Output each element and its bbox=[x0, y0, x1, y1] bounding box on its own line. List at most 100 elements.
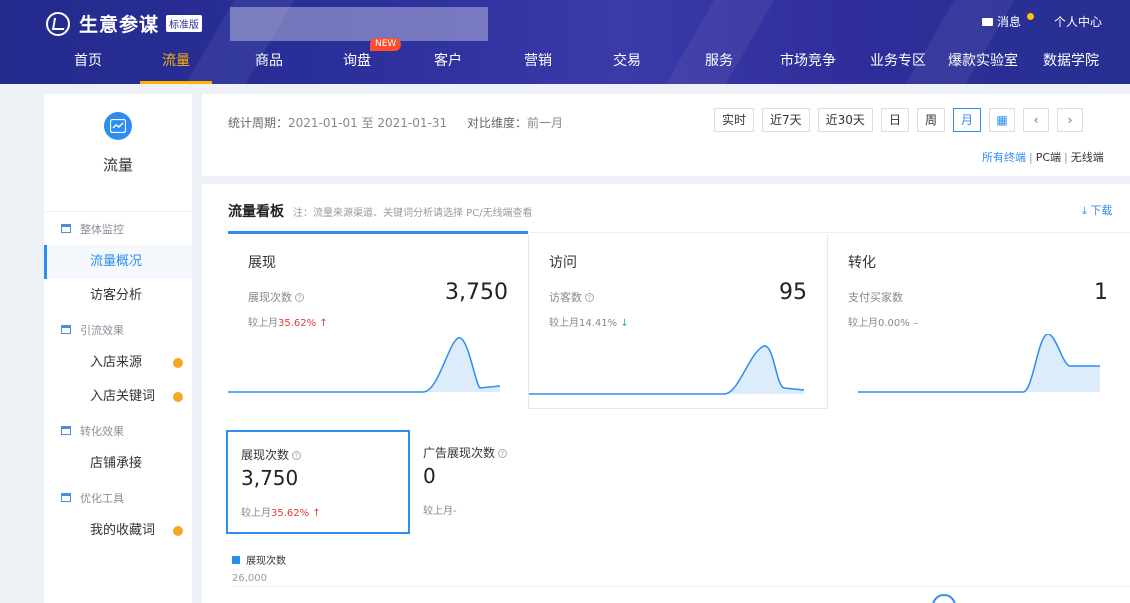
status-dot bbox=[173, 392, 183, 402]
sidebar-item-traffic-overview[interactable]: 流量概况 bbox=[44, 245, 192, 279]
kpi-value: 95 bbox=[779, 280, 807, 305]
chevron-left-icon[interactable]: ‹ bbox=[1022, 108, 1049, 132]
compare-label: 对比维度： bbox=[466, 116, 527, 130]
status-dot bbox=[173, 526, 183, 536]
chevron-right-icon[interactable]: › bbox=[1056, 108, 1083, 132]
chart-icon bbox=[61, 325, 71, 334]
kpi-compare: 较上月0.00% – bbox=[848, 318, 918, 329]
nav-business-zone[interactable]: 业务专区 bbox=[870, 50, 926, 84]
app-logo[interactable]: 生意参谋 标准版 bbox=[46, 10, 203, 37]
compass-icon bbox=[46, 11, 70, 36]
sidebar-item-label: 店铺承接 bbox=[90, 456, 143, 471]
metric-label: 广告展现次数? bbox=[423, 444, 508, 461]
chart-icon bbox=[61, 493, 71, 502]
sidebar-item-label: 我的收藏词 bbox=[90, 523, 156, 538]
board-header: 流量看板 注：流量来源渠道、关键词分析请选择 PC/无线端查看 bbox=[228, 201, 533, 221]
nav-market-competition[interactable]: 市场竞争 bbox=[780, 50, 836, 84]
sparkline-chart bbox=[858, 334, 1100, 393]
sidebar-item-favorite-words[interactable]: 我的收藏词 bbox=[44, 514, 192, 548]
arrow-up-icon: ↑ bbox=[319, 318, 328, 329]
sidebar-item-store-landing[interactable]: 店铺承接 bbox=[44, 447, 192, 481]
download-button[interactable]: ⤓ 下载 bbox=[1082, 202, 1112, 218]
metric-card-impressions[interactable]: 展现次数? 3,750 较上月35.62% ↑ bbox=[226, 430, 410, 534]
nav-hot-lab[interactable]: 爆款实验室 bbox=[948, 50, 1018, 84]
nav-products[interactable]: 商品 bbox=[255, 50, 283, 84]
sidebar-group-traffic-effect: 引流效果 bbox=[44, 313, 192, 346]
nav-traffic[interactable]: 流量 bbox=[140, 50, 212, 84]
kpi-value: 3,750 bbox=[445, 280, 508, 305]
range-7days-button[interactable]: 近7天 bbox=[762, 108, 810, 132]
sidebar-group-optimization: 优化工具 bbox=[44, 481, 192, 514]
message-icon bbox=[981, 17, 993, 26]
nav-inquiry[interactable]: 询盘 bbox=[343, 50, 371, 84]
nav-service[interactable]: 服务 bbox=[705, 50, 733, 84]
download-label: 下载 bbox=[1090, 204, 1113, 217]
sidebar-group-conversion: 转化效果 bbox=[44, 414, 192, 447]
help-icon: ? bbox=[295, 293, 304, 302]
range-realtime-button[interactable]: 实时 bbox=[714, 108, 755, 132]
kpi-compare: 较上月35.62% ↑ bbox=[248, 318, 328, 329]
sidebar-item-entry-source[interactable]: 入店来源 bbox=[44, 346, 192, 380]
period-info: 统计周期：2021-01-01 至 2021-01-31 对比维度：前一月 bbox=[228, 114, 563, 131]
board-title: 流量看板 bbox=[228, 204, 284, 220]
chart-icon bbox=[61, 426, 71, 435]
sidebar-item-visitor-analysis[interactable]: 访客分析 bbox=[44, 279, 192, 313]
board-note: 注：流量来源渠道、关键词分析请选择 PC/无线端查看 bbox=[293, 208, 533, 219]
nav-home[interactable]: 首页 bbox=[74, 50, 102, 84]
sparkline-chart bbox=[529, 345, 805, 395]
metric-label: 展现次数? bbox=[241, 446, 302, 463]
metric-compare: 较上月35.62% ↑ bbox=[241, 508, 321, 519]
metric-card-ad-impressions[interactable]: 广告展现次数? 0 较上月- bbox=[410, 430, 594, 534]
terminal-pc[interactable]: PC端 bbox=[1036, 151, 1061, 164]
nav-data-academy[interactable]: 数据学院 bbox=[1043, 50, 1099, 84]
shop-name-field[interactable] bbox=[230, 7, 488, 41]
kpi-card-impressions[interactable]: 展现 展现次数? 3,750 较上月35.62% ↑ bbox=[228, 234, 528, 409]
arrow-down-icon: ↓ bbox=[620, 318, 629, 329]
metric-compare: 较上月- bbox=[423, 506, 457, 517]
chart-legend[interactable]: 展现次数 bbox=[232, 552, 286, 567]
loading-circle-icon bbox=[932, 594, 956, 603]
kpi-label: 支付买家数 bbox=[848, 291, 903, 304]
sidebar-item-label: 入店关键词 bbox=[90, 389, 156, 404]
calendar-icon[interactable]: ▦ bbox=[988, 108, 1015, 132]
gridline bbox=[232, 586, 1130, 587]
period-label: 统计周期： bbox=[228, 116, 289, 130]
nav-trade[interactable]: 交易 bbox=[613, 50, 641, 84]
sidebar: 流量 整体监控 流量概况 访客分析 引流效果 入店来源 入店关键词 转化效果 店… bbox=[44, 94, 192, 603]
legend-label: 展现次数 bbox=[246, 556, 286, 567]
range-controls: 实时 近7天 近30天 日 周 月 ▦ ‹ › bbox=[714, 108, 1091, 132]
compare-value: 前一月 bbox=[526, 116, 563, 130]
kpi-card-visits[interactable]: 访问 访客数? 95 较上月14.41% ↓ bbox=[528, 234, 828, 409]
personal-center-link[interactable]: 个人中心 bbox=[1054, 13, 1102, 30]
legend-swatch bbox=[232, 555, 240, 564]
nav-marketing[interactable]: 营销 bbox=[524, 50, 552, 84]
kpi-value: 1 bbox=[1094, 280, 1108, 305]
chart-icon bbox=[61, 224, 71, 233]
sidebar-item-label: 流量概况 bbox=[90, 254, 143, 269]
sidebar-header: 流量 bbox=[44, 112, 192, 212]
metric-value: 3,750 bbox=[241, 466, 299, 490]
range-month-button[interactable]: 月 bbox=[952, 108, 981, 132]
status-dot bbox=[173, 358, 183, 368]
nav-customers[interactable]: 客户 bbox=[434, 50, 462, 84]
arrow-up-icon: ↑ bbox=[312, 508, 321, 519]
range-day-button[interactable]: 日 bbox=[880, 108, 909, 132]
sidebar-item-entry-keywords[interactable]: 入店关键词 bbox=[44, 380, 192, 414]
sidebar-group-overall: 整体监控 bbox=[44, 212, 192, 245]
main-nav: 首页 流量 商品 询盘 客户 营销 交易 服务 市场竞争 业务专区 爆款实验室 … bbox=[0, 48, 1130, 84]
kpi-label: 展现次数? bbox=[248, 289, 304, 305]
terminal-all[interactable]: 所有终端 bbox=[982, 151, 1026, 164]
messages-link[interactable]: 消息 bbox=[997, 13, 1021, 30]
y-axis-tick: 26,000 bbox=[232, 573, 267, 584]
period-value: 2021-01-01 至 2021-01-31 bbox=[288, 116, 448, 130]
app-title: 生意参谋 bbox=[79, 14, 160, 36]
new-badge: NEW bbox=[370, 38, 402, 51]
sidebar-group-label: 整体监控 bbox=[80, 222, 124, 236]
trend-chart-icon bbox=[104, 112, 132, 140]
kpi-card-conversion[interactable]: 转化 支付买家数 1 较上月0.00% – bbox=[828, 234, 1128, 409]
terminal-wireless[interactable]: 无线端 bbox=[1071, 151, 1104, 164]
range-week-button[interactable]: 周 bbox=[916, 108, 945, 132]
traffic-board: 流量看板 注：流量来源渠道、关键词分析请选择 PC/无线端查看 ⤓ 下载 展现 … bbox=[202, 184, 1130, 603]
range-30days-button[interactable]: 近30天 bbox=[817, 108, 873, 132]
kpi-title: 展现 bbox=[248, 255, 276, 271]
